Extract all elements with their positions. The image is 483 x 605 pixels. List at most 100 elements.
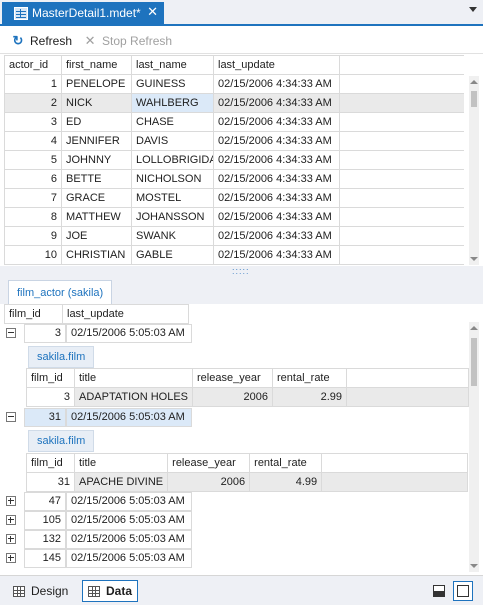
single-layout-button[interactable] <box>453 581 473 601</box>
table-row[interactable]: 4 JENNIFER DAVIS 02/15/2006 4:34:33 AM <box>4 131 464 151</box>
column-header-last-update[interactable]: last_update <box>213 55 340 75</box>
column-header-film-id[interactable]: film_id <box>26 368 75 388</box>
cell-last-name[interactable]: DAVIS <box>131 131 214 151</box>
cell-last-update[interactable]: 02/15/2006 5:05:03 AM <box>66 492 192 511</box>
tab-overflow-dropdown-icon[interactable] <box>469 7 477 12</box>
document-tab[interactable]: MasterDetail1.mdet* ✕ <box>2 2 164 24</box>
column-header-first-name[interactable]: first_name <box>61 55 132 75</box>
cell-film-id[interactable]: 145 <box>24 549 66 568</box>
cell-film-id[interactable]: 3 <box>26 387 75 407</box>
expand-icon[interactable] <box>6 515 16 525</box>
cell-first-name[interactable]: MATTHEW <box>61 207 132 227</box>
refresh-button[interactable]: ↻ Refresh <box>10 33 72 49</box>
cell-actor-id[interactable]: 7 <box>4 188 62 208</box>
column-header-film-id[interactable]: film_id <box>4 304 63 324</box>
sub-grid-label[interactable]: sakila.film <box>28 346 95 368</box>
cell-first-name[interactable]: JENNIFER <box>61 131 132 151</box>
cell-last-update[interactable]: 02/15/2006 5:05:03 AM <box>66 511 192 530</box>
expand-icon[interactable] <box>6 534 16 544</box>
column-header-title[interactable]: title <box>73 453 169 473</box>
column-header-rental-rate[interactable]: rental_rate <box>249 453 323 473</box>
column-header-rental-rate[interactable]: rental_rate <box>272 368 348 388</box>
cell-last-name[interactable]: GUINESS <box>131 74 214 94</box>
cell-first-name[interactable]: JOHNNY <box>61 150 132 170</box>
column-header-film-id[interactable]: film_id <box>26 453 75 473</box>
scroll-thumb[interactable] <box>471 338 477 386</box>
cell-film-id[interactable]: 132 <box>24 530 66 549</box>
cell-first-name[interactable]: GRACE <box>61 188 132 208</box>
cell-last-update[interactable]: 02/15/2006 4:34:33 AM <box>213 188 340 208</box>
cell-last-name[interactable]: SWANK <box>131 226 214 246</box>
split-layout-button[interactable] <box>429 581 449 601</box>
cell-film-id[interactable]: 47 <box>24 492 66 511</box>
cell-last-name[interactable]: WAHLBERG <box>131 93 214 113</box>
cell-actor-id[interactable]: 10 <box>4 245 62 265</box>
collapse-icon[interactable] <box>6 412 16 422</box>
cell-release-year[interactable]: 2006 <box>167 472 251 492</box>
table-row[interactable]: 5 JOHNNY LOLLOBRIGIDA 02/15/2006 4:34:33 AM <box>4 150 464 170</box>
table-row[interactable]: 7 GRACE MOSTEL 02/15/2006 4:34:33 AM <box>4 188 464 208</box>
column-header-last-update[interactable]: last_update <box>62 304 189 324</box>
detail-row-collapsed[interactable]: 132 02/15/2006 5:05:03 AM <box>4 530 192 549</box>
cell-last-name[interactable]: GABLE <box>131 245 214 265</box>
design-view-button[interactable]: Design <box>8 580 73 602</box>
cell-last-update[interactable]: 02/15/2006 4:34:33 AM <box>213 245 340 265</box>
cell-rental-rate[interactable]: 4.99 <box>249 472 323 492</box>
cell-title[interactable]: ADAPTATION HOLES <box>73 387 194 407</box>
detail-row-collapsed[interactable]: 145 02/15/2006 5:05:03 AM <box>4 549 192 568</box>
detail-scrollbar[interactable] <box>469 322 479 572</box>
table-row[interactable]: 9 JOE SWANK 02/15/2006 4:34:33 AM <box>4 226 464 246</box>
cell-last-update[interactable]: 02/15/2006 4:34:33 AM <box>213 93 340 113</box>
cell-release-year[interactable]: 2006 <box>192 387 274 407</box>
cell-title[interactable]: APACHE DIVINE <box>73 472 169 492</box>
detail-row-expanded-selected[interactable]: 31 02/15/2006 5:05:03 AM <box>4 408 192 427</box>
cell-last-name[interactable]: NICHOLSON <box>131 169 214 189</box>
column-header-actor-id[interactable]: actor_id <box>4 55 62 75</box>
cell-actor-id[interactable]: 4 <box>4 131 62 151</box>
scroll-down-arrow-icon[interactable] <box>470 257 478 261</box>
cell-film-id[interactable]: 105 <box>24 511 66 530</box>
cell-last-update[interactable]: 02/15/2006 4:34:33 AM <box>213 112 340 132</box>
table-row-selected[interactable]: 2 NICK WAHLBERG 02/15/2006 4:34:33 AM <box>4 93 464 113</box>
scroll-thumb[interactable] <box>471 91 477 107</box>
sub-grid-label[interactable]: sakila.film <box>28 430 95 452</box>
expand-icon[interactable] <box>6 553 16 563</box>
cell-first-name[interactable]: ED <box>61 112 132 132</box>
stop-refresh-button[interactable]: ✕ Stop Refresh <box>82 33 173 49</box>
cell-last-update[interactable]: 02/15/2006 5:05:03 AM <box>66 530 192 549</box>
scroll-up-arrow-icon[interactable] <box>470 326 478 330</box>
cell-last-update[interactable]: 02/15/2006 4:34:33 AM <box>213 150 340 170</box>
cell-actor-id[interactable]: 8 <box>4 207 62 227</box>
scroll-up-arrow-icon[interactable] <box>470 80 478 84</box>
table-row[interactable]: 3 ADAPTATION HOLES 2006 2.99 <box>26 387 470 407</box>
cell-actor-id[interactable]: 2 <box>4 93 62 113</box>
cell-last-update[interactable]: 02/15/2006 5:05:03 AM <box>66 549 192 568</box>
cell-last-update[interactable]: 02/15/2006 4:34:33 AM <box>213 226 340 246</box>
table-row[interactable]: 6 BETTE NICHOLSON 02/15/2006 4:34:33 AM <box>4 169 464 189</box>
column-header-title[interactable]: title <box>73 368 194 388</box>
cell-first-name[interactable]: CHRISTIAN <box>61 245 132 265</box>
cell-film-id[interactable]: 31 <box>24 408 66 427</box>
tab-film-actor[interactable]: film_actor (sakila) <box>8 280 113 304</box>
table-row[interactable]: 10 CHRISTIAN GABLE 02/15/2006 4:34:33 AM <box>4 245 464 265</box>
cell-last-update[interactable]: 02/15/2006 5:05:03 AM <box>66 408 192 427</box>
cell-last-name[interactable]: LOLLOBRIGIDA <box>131 150 214 170</box>
cell-last-name[interactable]: JOHANSSON <box>131 207 214 227</box>
table-row[interactable]: 31 APACHE DIVINE 2006 4.99 <box>26 472 469 492</box>
expand-icon[interactable] <box>6 496 16 506</box>
cell-rental-rate[interactable]: 2.99 <box>272 387 348 407</box>
cell-first-name[interactable]: NICK <box>61 93 132 113</box>
collapse-icon[interactable] <box>6 328 16 338</box>
cell-film-id[interactable]: 3 <box>24 324 66 343</box>
cell-actor-id[interactable]: 9 <box>4 226 62 246</box>
cell-last-update[interactable]: 02/15/2006 4:34:33 AM <box>213 131 340 151</box>
cell-actor-id[interactable]: 1 <box>4 74 62 94</box>
detail-row-collapsed[interactable]: 47 02/15/2006 5:05:03 AM <box>4 492 192 511</box>
cell-last-update[interactable]: 02/15/2006 5:05:03 AM <box>66 324 192 343</box>
table-row[interactable]: 3 ED CHASE 02/15/2006 4:34:33 AM <box>4 112 464 132</box>
cell-last-update[interactable]: 02/15/2006 4:34:33 AM <box>213 169 340 189</box>
table-row[interactable]: 1 PENELOPE GUINESS 02/15/2006 4:34:33 AM <box>4 74 464 94</box>
cell-film-id[interactable]: 31 <box>26 472 75 492</box>
master-detail-splitter[interactable]: ::::: <box>0 266 483 276</box>
cell-first-name[interactable]: JOE <box>61 226 132 246</box>
